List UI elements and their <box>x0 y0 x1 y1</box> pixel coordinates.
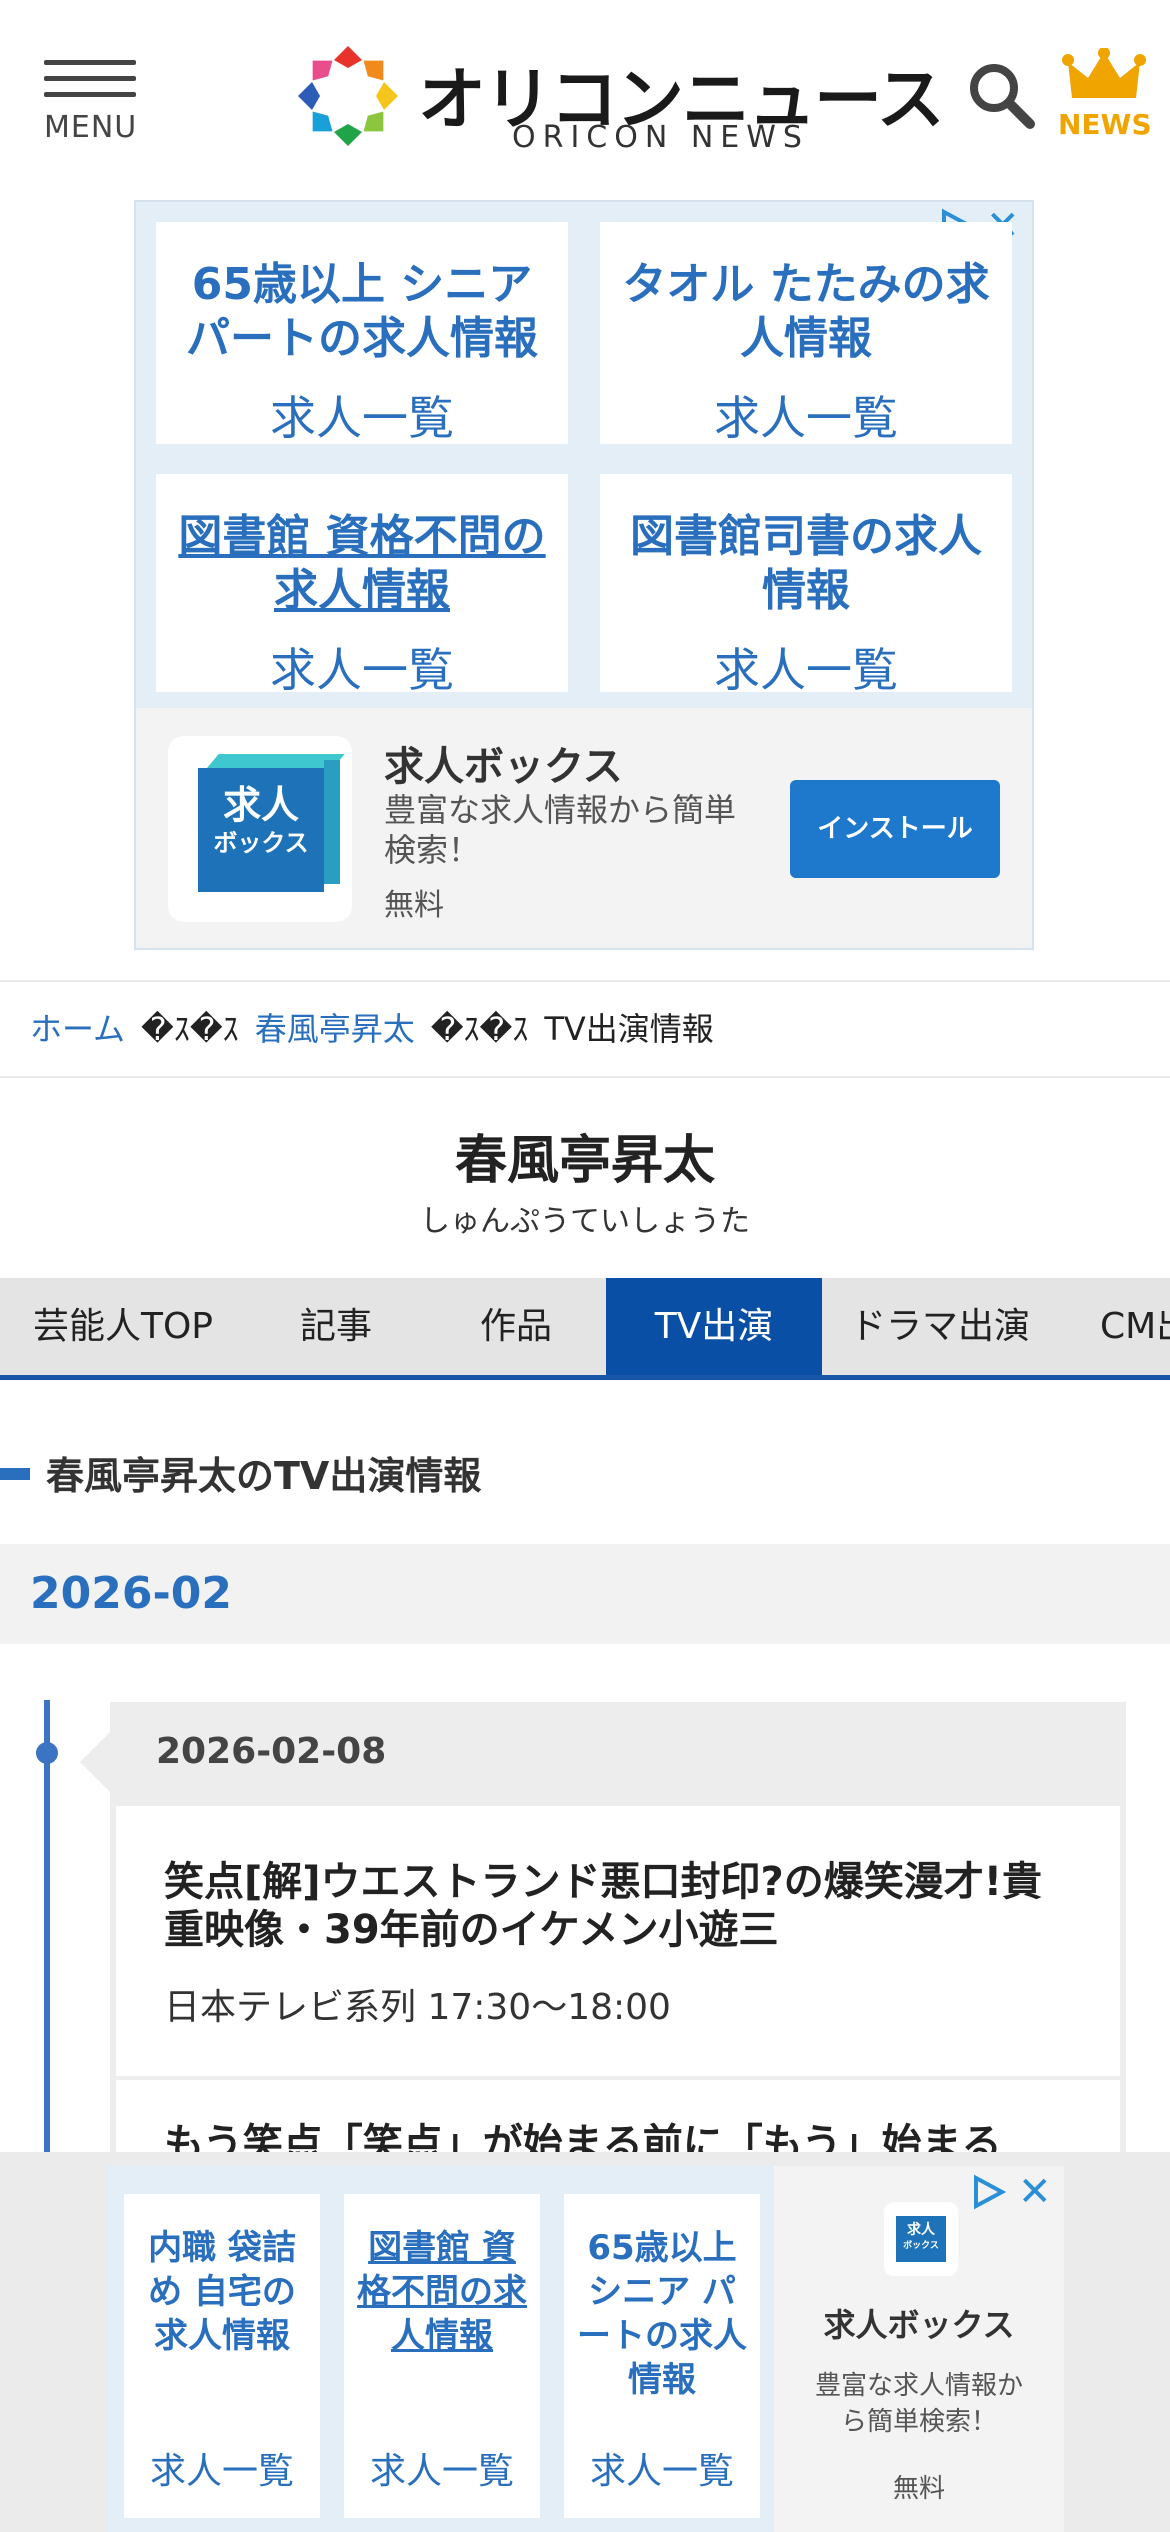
timeline-line <box>44 1700 50 2160</box>
ad-tile-title: 内職 袋詰め 自宅の求人情報 <box>148 2228 296 2356</box>
program-title: 笑点[解]ウエストランド悪口封印?の爆笑漫才!貴重映像・39年前のイケメン小遊三 <box>164 1859 1043 1953</box>
ad-tile-subtitle: 求人一覧 <box>149 2451 294 2492</box>
app-price: 無料 <box>384 888 444 923</box>
tab-cm[interactable]: CM出演 <box>1058 1278 1170 1375</box>
ad-tile-title: タオル たたみの求人情報 <box>622 259 990 364</box>
ad-tile-subtitle: 求人一覧 <box>270 643 454 697</box>
ad-tile[interactable]: 図書館 資格不問の求人情報 求人一覧 <box>344 2194 540 2518</box>
app-icon-cube-side <box>324 760 340 884</box>
ad-tile-subtitle: 求人一覧 <box>714 391 898 445</box>
logo-text-en: ORICON NEWS <box>512 120 809 155</box>
ad-tile[interactable]: 図書館司書の求人情報 求人一覧 <box>600 474 1012 697</box>
app-description: 豊富な求人情報から簡単検索！ <box>384 791 737 869</box>
ad-tile-title: 65歳以上 シニア パートの求人情報 <box>577 2228 747 2400</box>
tab-articles[interactable]: 記事 <box>246 1278 426 1375</box>
oricon-logo-icon <box>298 46 398 146</box>
breadcrumb: ホーム �ｽ�ｽ 春風亭昇太 �ｽ�ｽ TV出演情報 <box>0 980 1170 1078</box>
day-date: 2026-02-08 <box>156 1731 387 1772</box>
tab-drama[interactable]: ドラマ出演 <box>822 1278 1058 1375</box>
day-pointer <box>80 1732 110 1792</box>
ad-tile-title: 図書館 資格不問の求人情報 <box>178 511 546 616</box>
app-icon-text: 求人 <box>907 2222 935 2238</box>
ad-tile-subtitle: 求人一覧 <box>714 643 898 697</box>
app-icon-text: ボックス <box>903 2241 939 2251</box>
ad-tile[interactable]: 65歳以上 シニアパートの求人情報 求人一覧 <box>156 222 568 445</box>
ad-tile-title: 図書館 資格不問の求人情報 <box>357 2228 527 2356</box>
install-button[interactable]: インストール <box>790 780 1000 878</box>
breadcrumb-home-link[interactable]: ホーム <box>30 1010 125 1048</box>
search-icon[interactable] <box>966 60 1038 132</box>
breadcrumb-separator: �ｽ�ｽ <box>141 1010 239 1048</box>
breadcrumb-separator: �ｽ�ｽ <box>430 1010 529 1048</box>
ad-tile[interactable]: 図書館 資格不問の求人情報 求人一覧 <box>156 474 568 697</box>
hamburger-icon-bar <box>44 76 136 81</box>
top-ad-banner: ✕ 65歳以上 シニアパートの求人情報 求人一覧 タオル たたみの求人情報 求人… <box>134 200 1034 950</box>
news-ranking-button[interactable]: NEWS <box>1058 48 1152 144</box>
hamburger-icon <box>44 60 136 65</box>
profile-tabs: 芸能人TOP 記事 作品 TV出演 ドラマ出演 CM出演 <box>0 1278 1170 1380</box>
app-icon-box: 求人 ボックス <box>896 2216 946 2262</box>
program-broadcast-info: 日本テレビ系列 17:30〜18:00 <box>164 1987 671 2028</box>
ad-app-promo[interactable]: ✕ 求人 ボックス 求人ボックス 豊富な求人情報から簡単検索！ 無料 <box>774 2166 1064 2532</box>
app-icon-text: ボックス <box>213 829 309 857</box>
kyujin-box-app-icon: 求人 ボックス <box>168 736 352 922</box>
bottom-sticky-ad: 内職 袋詰め 自宅の求人情報 求人一覧 図書館 資格不問の求人情報 求人一覧 6… <box>0 2152 1170 2532</box>
program-item[interactable]: 笑点[解]ウエストランド悪口封印?の爆笑漫才!貴重映像・39年前のイケメン小遊三… <box>116 1806 1120 2076</box>
ad-tile[interactable]: 65歳以上 シニア パートの求人情報 求人一覧 <box>564 2194 760 2518</box>
ad-tile[interactable]: 内職 袋詰め 自宅の求人情報 求人一覧 <box>124 2194 320 2518</box>
bottom-ad-banner: 内職 袋詰め 自宅の求人情報 求人一覧 図書館 資格不問の求人情報 求人一覧 6… <box>106 2166 1064 2532</box>
app-name: 求人ボックス <box>384 744 623 790</box>
app-price: 無料 <box>892 2474 945 2504</box>
ad-app-promo[interactable]: 求人 ボックス 求人ボックス 豊富な求人情報から簡単検索！ 無料 インストール <box>136 708 1032 948</box>
tab-works[interactable]: 作品 <box>426 1278 606 1375</box>
app-name: 求人ボックス <box>823 2306 1015 2344</box>
section-marker <box>0 1468 30 1480</box>
ad-tile-title: 図書館司書の求人情報 <box>630 511 982 616</box>
section-heading: 春風亭昇太のTV出演情報 <box>0 1448 1170 1504</box>
page-title-kana: しゅんぷうていしょうた <box>420 1204 750 1239</box>
menu-label: MENU <box>44 110 138 145</box>
ad-tile-subtitle: 求人一覧 <box>589 2451 734 2492</box>
app-description: 豊富な求人情報から簡単検索！ <box>814 2371 1023 2437</box>
page-title: 春風亭昇太 <box>454 1131 715 1191</box>
kyujin-box-app-icon: 求人 ボックス <box>884 2202 958 2276</box>
crown-icon <box>1062 48 1146 98</box>
breadcrumb-current: TV出演情報 <box>544 1010 714 1048</box>
ad-tile-subtitle: 求人一覧 <box>369 2451 514 2492</box>
breadcrumb-person-link[interactable]: 春風亭昇太 <box>255 1010 415 1048</box>
tab-tv[interactable]: TV出演 <box>606 1278 822 1375</box>
day-group: 2026-02-08 笑点[解]ウエストランド悪口封印?の爆笑漫才!貴重映像・3… <box>80 1702 1126 2200</box>
ad-choices-icon[interactable] <box>970 2174 1006 2210</box>
app-icon-text: 求人 <box>222 783 299 827</box>
ad-tile-subtitle: 求人一覧 <box>270 391 454 445</box>
month-label: 2026-02 <box>30 1568 232 1619</box>
timeline-dot <box>36 1742 58 1764</box>
ad-tile-title: 65歳以上 シニアパートの求人情報 <box>186 259 538 364</box>
hamburger-icon-bar <box>44 92 136 97</box>
ad-close-icon[interactable]: ✕ <box>1018 2172 1052 2212</box>
ad-tile[interactable]: タオル たたみの求人情報 求人一覧 <box>600 222 1012 445</box>
menu-button[interactable]: MENU <box>44 58 136 148</box>
news-label: NEWS <box>1058 108 1152 141</box>
tab-top[interactable]: 芸能人TOP <box>0 1278 246 1375</box>
section-heading-text: 春風亭昇太のTV出演情報 <box>46 1454 482 1498</box>
site-header: MENU オリコンニュース ORICON NEWS NEWS <box>0 0 1170 200</box>
month-header: 2026-02 <box>0 1544 1170 1644</box>
oricon-news-logo[interactable]: オリコンニュース ORICON NEWS <box>296 44 945 155</box>
app-icon-box: 求人 ボックス <box>198 768 324 892</box>
